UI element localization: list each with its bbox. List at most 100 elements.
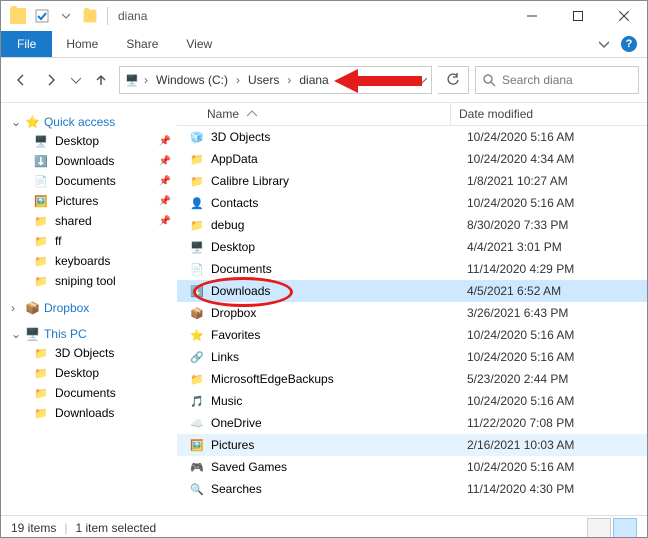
search-icon [482,73,496,87]
up-button[interactable] [89,68,113,92]
sidebar-item[interactable]: 🖼️Pictures📌 [1,191,177,211]
tab-view[interactable]: View [172,31,226,57]
sidebar-item[interactable]: 🖥️Desktop📌 [1,131,177,151]
sidebar-item-label: ff [55,234,61,248]
links-icon: 🔗 [189,349,205,365]
window-controls [509,1,647,31]
file-row[interactable]: 🖥️Desktop4/4/2021 3:01 PM [177,236,647,258]
file-tab[interactable]: File [1,31,52,57]
forward-button[interactable] [39,68,63,92]
navigation-pane[interactable]: ⌄ ⭐ Quick access 🖥️Desktop📌⬇️Downloads📌📄… [1,103,177,515]
maximize-button[interactable] [555,1,601,31]
sidebar-item-label: shared [55,214,92,228]
file-date: 10/24/2020 5:16 AM [459,196,647,210]
folder-icon: 📁 [33,233,49,249]
file-name: Pictures [211,438,254,452]
sidebar-item[interactable]: 📁 ff [1,231,177,251]
favorites-icon: ⭐ [189,327,205,343]
breadcrumb[interactable]: diana [295,73,332,87]
breadcrumb[interactable]: Windows (C:) [152,73,232,87]
folder-icon: 📁 [189,173,205,189]
chevron-down-icon[interactable]: ⌄ [11,115,21,129]
dropbox-label: Dropbox [44,301,89,315]
minimize-button[interactable] [509,1,555,31]
file-date: 10/24/2020 4:34 AM [459,152,647,166]
help-button[interactable]: ? [621,36,637,52]
sidebar-item[interactable]: 📁Desktop [1,363,177,383]
chevron-right-icon[interactable]: › [142,73,150,87]
file-row[interactable]: 👤Contacts10/24/2020 5:16 AM [177,192,647,214]
refresh-button[interactable] [438,66,469,94]
tab-share[interactable]: Share [112,31,172,57]
sidebar-item[interactable]: 📁Documents [1,383,177,403]
chevron-right-icon[interactable]: › [285,73,293,87]
file-list[interactable]: Name Date modified 🧊3D Objects10/24/2020… [177,103,647,515]
column-headers: Name Date modified [177,103,647,126]
window-title: diana [118,9,147,23]
sidebar-item[interactable]: ⬇️Downloads📌 [1,151,177,171]
file-name: Music [211,394,242,408]
sidebar-item-label: keyboards [55,254,110,268]
tab-home[interactable]: Home [52,31,112,57]
details-view-button[interactable] [587,518,611,538]
folder-icon: 📁 [33,273,49,289]
file-row[interactable]: ⬇️Downloads4/5/2021 6:52 AM [177,280,647,302]
file-row[interactable]: 🎮Saved Games10/24/2020 5:16 AM [177,456,647,478]
folder-icon: 📁 [33,213,49,229]
file-row[interactable]: 🔗Links10/24/2020 5:16 AM [177,346,647,368]
back-button[interactable] [9,68,33,92]
sidebar-item[interactable]: 📁shared📌 [1,211,177,231]
file-row[interactable]: 🖼️Pictures2/16/2021 10:03 AM [177,434,647,456]
file-row[interactable]: 🧊3D Objects10/24/2020 5:16 AM [177,126,647,148]
recent-dropdown[interactable] [69,68,83,92]
file-name: Favorites [211,328,260,342]
chevron-right-icon[interactable]: › [11,301,21,315]
sidebar-item-label: sniping tool [55,274,116,288]
file-name: Downloads [211,284,270,298]
music-icon: 🎵 [189,393,205,409]
dropbox-header[interactable]: › 📦 Dropbox [1,299,177,317]
checkbox-icon[interactable] [31,5,53,27]
column-date[interactable]: Date modified [450,103,647,125]
pin-icon: 📌 [159,196,171,207]
file-row[interactable]: 📁Calibre Library1/8/2021 10:27 AM [177,170,647,192]
file-row[interactable]: 📁MicrosoftEdgeBackups5/23/2020 2:44 PM [177,368,647,390]
file-row[interactable]: 📄Documents11/14/2020 4:29 PM [177,258,647,280]
chevron-down-icon[interactable] [417,75,427,85]
sidebar-item[interactable]: 📁 sniping tool [1,271,177,291]
file-name: MicrosoftEdgeBackups [211,372,334,386]
file-name: AppData [211,152,258,166]
breadcrumb[interactable]: Users [244,73,283,87]
chevron-right-icon[interactable]: › [234,73,242,87]
quick-access-label: Quick access [44,115,115,129]
file-row[interactable]: 📁AppData10/24/2020 4:34 AM [177,148,647,170]
column-name[interactable]: Name [177,103,450,125]
quick-access-header[interactable]: ⌄ ⭐ Quick access [1,113,177,131]
pictures-icon: 🖼️ [33,193,49,209]
close-button[interactable] [601,1,647,31]
file-row[interactable]: 🎵Music10/24/2020 5:16 AM [177,390,647,412]
folder-small-icon[interactable] [79,5,101,27]
folder-icon: 📁 [33,405,49,421]
chevron-down-icon[interactable] [599,39,609,49]
onedrive-icon: ☁️ [189,415,205,431]
file-name: Desktop [211,240,255,254]
sidebar-item[interactable]: 📄Documents📌 [1,171,177,191]
file-row[interactable]: 🔍Searches11/14/2020 4:30 PM [177,478,647,500]
sidebar-item[interactable]: 📁3D Objects [1,343,177,363]
file-row[interactable]: 📁debug8/30/2020 7:33 PM [177,214,647,236]
icons-view-button[interactable] [613,518,637,538]
games-icon: 🎮 [189,459,205,475]
file-name: 3D Objects [211,130,270,144]
file-row[interactable]: ☁️OneDrive11/22/2020 7:08 PM [177,412,647,434]
dropdown-icon[interactable] [55,5,77,27]
search-input[interactable]: Search diana [475,66,639,94]
chevron-down-icon[interactable]: ⌄ [11,327,21,341]
address-bar[interactable]: 🖥️ › Windows (C:) › Users › diana [119,66,432,94]
sidebar-item[interactable]: 📁keyboards [1,251,177,271]
file-row[interactable]: ⭐Favorites10/24/2020 5:16 AM [177,324,647,346]
sidebar-item[interactable]: 📁Downloads [1,403,177,423]
sidebar-item-label: Documents [55,386,116,400]
this-pc-header[interactable]: ⌄ 🖥️ This PC [1,325,177,343]
file-row[interactable]: 📦Dropbox3/26/2021 6:43 PM [177,302,647,324]
